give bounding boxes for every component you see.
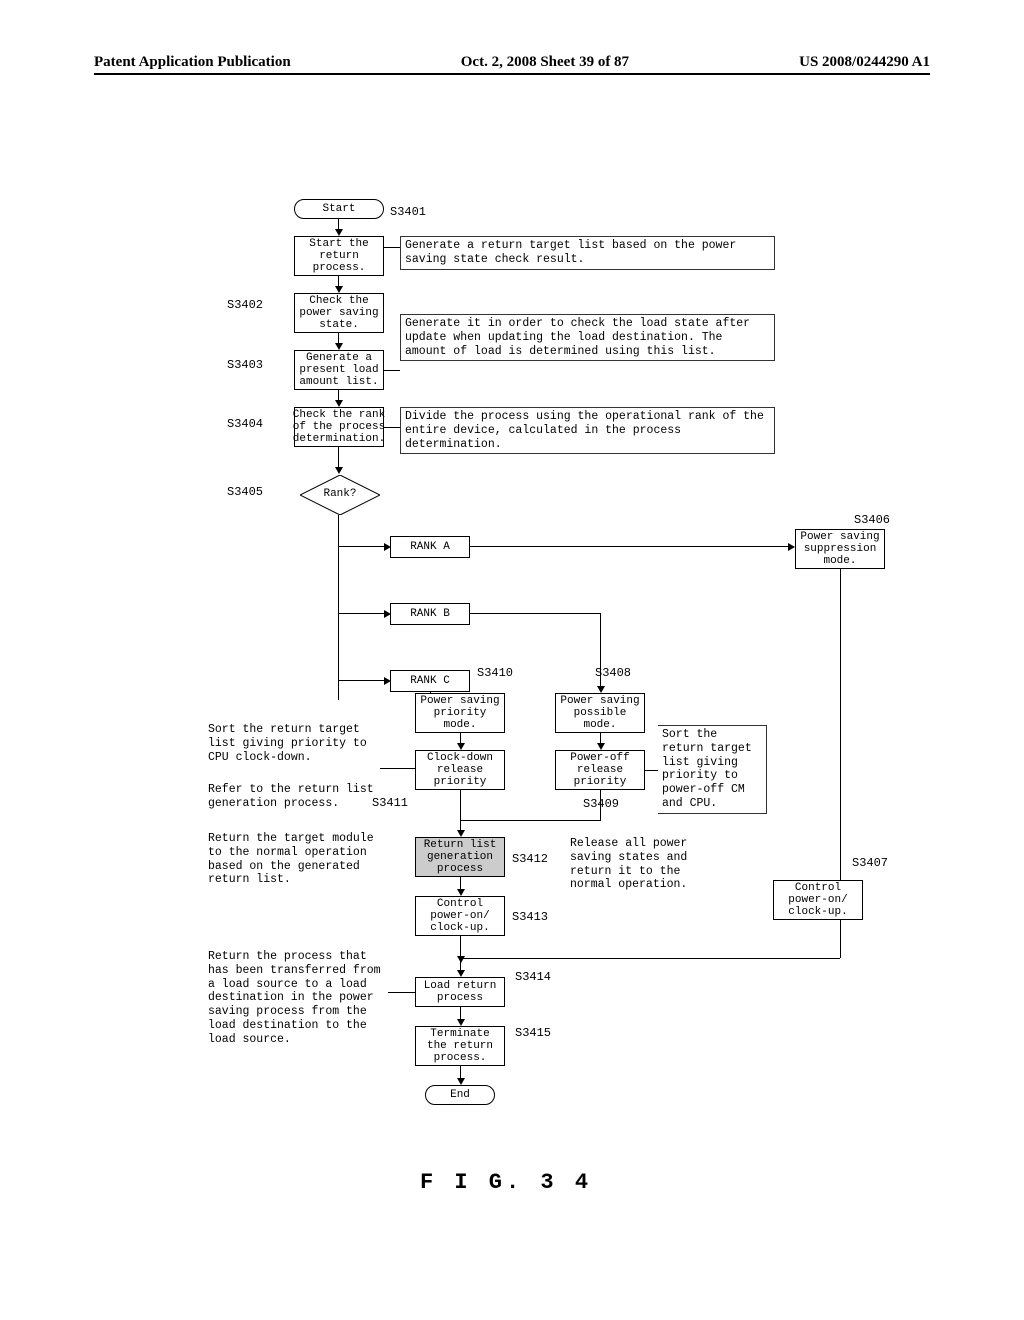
connector — [388, 992, 415, 993]
connector — [645, 770, 658, 771]
connector — [460, 820, 601, 821]
connector — [460, 958, 840, 959]
note-release: Release all power saving states and retu… — [570, 837, 710, 892]
label-s3406: S3406 — [854, 513, 890, 527]
label-s3404: S3404 — [227, 417, 263, 431]
note-sort-po: Sort the return target list giving prior… — [658, 725, 767, 814]
connector — [384, 427, 400, 428]
connector — [338, 546, 386, 547]
note-n3: Divide the process using the operational… — [400, 407, 775, 454]
arrow-icon — [597, 686, 605, 693]
page-header: Patent Application Publication Oct. 2, 2… — [94, 54, 930, 75]
arrow-icon — [335, 343, 343, 350]
connector — [338, 680, 386, 681]
header-center: Oct. 2, 2008 Sheet 39 of 87 — [461, 54, 629, 71]
arrow-icon — [457, 1078, 465, 1085]
label-s3407: S3407 — [852, 856, 888, 870]
arrow-icon — [335, 286, 343, 293]
connector — [338, 447, 339, 469]
label-s3413: S3413 — [512, 910, 548, 924]
note-return-mod: Return the target module to the normal o… — [208, 832, 388, 887]
node-rank-a: RANK A — [390, 536, 470, 558]
connector — [384, 370, 400, 371]
arrow-icon — [457, 743, 465, 750]
arrow-icon — [335, 467, 343, 474]
connector — [380, 768, 415, 769]
connector — [600, 790, 601, 820]
connector — [338, 613, 386, 614]
figure-label: F I G. 3 4 — [420, 1170, 592, 1195]
node-s3411: Clock-down release priority — [415, 750, 505, 790]
arrow-icon — [788, 543, 795, 551]
node-s3409: Power-off release priority — [555, 750, 645, 790]
label-s3410: S3410 — [477, 666, 513, 680]
connector — [470, 546, 790, 547]
arrow-icon — [457, 970, 465, 977]
note-sort-cd: Sort the return target list giving prior… — [208, 723, 378, 764]
node-s3403: Generate a present load amount list. — [294, 350, 384, 390]
node-end: End — [425, 1085, 495, 1105]
connector — [384, 247, 400, 248]
connector — [470, 613, 600, 614]
header-left: Patent Application Publication — [94, 54, 291, 71]
arrow-icon — [335, 400, 343, 407]
label-s3403: S3403 — [227, 358, 263, 372]
arrow-icon — [597, 743, 605, 750]
label-s3402: S3402 — [227, 298, 263, 312]
label-s3409: S3409 — [583, 797, 619, 811]
node-s3415: Terminate the return process. — [415, 1026, 505, 1066]
node-rank-b: RANK B — [390, 603, 470, 625]
node-s3414: Load return process — [415, 977, 505, 1007]
label-s3408: S3408 — [595, 666, 631, 680]
label-s3415: S3415 — [515, 1026, 551, 1040]
node-s3410: Power saving priority mode. — [415, 693, 505, 733]
decision-rank: Rank? — [300, 475, 380, 515]
node-s3402: Check the power saving state. — [294, 293, 384, 333]
node-s3412: Return list generation process — [415, 837, 505, 877]
note-n1: Generate a return target list based on t… — [400, 236, 775, 270]
connector — [338, 515, 339, 700]
node-rank-c: RANK C — [390, 670, 470, 692]
connector — [840, 920, 841, 958]
header-right: US 2008/0244290 A1 — [799, 54, 930, 71]
arrow-icon — [335, 229, 343, 236]
note-refer: Refer to the return list generation proc… — [208, 783, 378, 811]
connector — [460, 936, 461, 958]
note-load-return: Return the process that has been transfe… — [208, 950, 388, 1047]
label-s3405: S3405 — [227, 485, 263, 499]
node-start: Start — [294, 199, 384, 219]
label-s3412: S3412 — [512, 852, 548, 866]
arrow-icon — [457, 889, 465, 896]
arrow-icon — [457, 830, 465, 837]
node-s3406: Power saving suppression mode. — [795, 529, 885, 569]
node-s3407: Control power-on/ clock-up. — [773, 880, 863, 920]
node-s3401: Start the return process. — [294, 236, 384, 276]
node-s3408: Power saving possible mode. — [555, 693, 645, 733]
decision-rank-label: Rank? — [300, 488, 380, 500]
label-s3414: S3414 — [515, 970, 551, 984]
connector — [460, 790, 461, 832]
arrow-icon — [457, 1019, 465, 1026]
node-s3404: Check the rank of the process determinat… — [294, 407, 384, 447]
connector — [840, 569, 841, 929]
label-s3401: S3401 — [390, 205, 426, 219]
note-n2: Generate it in order to check the load s… — [400, 314, 775, 361]
node-s3413: Control power-on/ clock-up. — [415, 896, 505, 936]
page: Patent Application Publication Oct. 2, 2… — [0, 0, 1024, 1320]
